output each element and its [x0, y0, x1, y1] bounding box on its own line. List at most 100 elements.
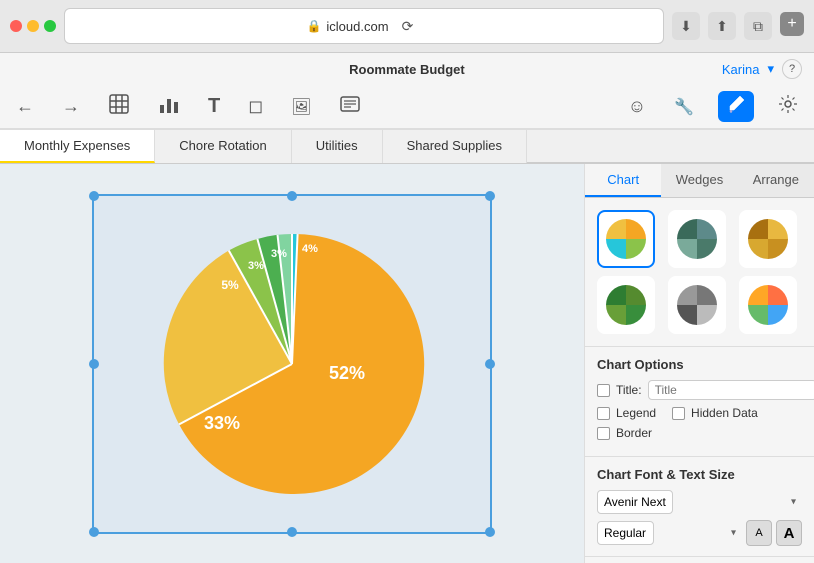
handle-bottom-left[interactable] [89, 527, 99, 537]
settings-button[interactable] [774, 92, 802, 121]
font-section-title: Chart Font & Text Size [597, 467, 802, 482]
font-style-select[interactable]: Regular [597, 521, 654, 545]
handle-bottom-right[interactable] [485, 527, 495, 537]
font-style-wrapper: Regular ▾ [597, 521, 742, 545]
chart-style-colorful[interactable] [597, 210, 655, 268]
legend-checkbox[interactable] [597, 407, 610, 420]
toolbar: ← → T ◻ 🖼 [0, 85, 814, 129]
chart-styles-grid [585, 198, 814, 346]
title-label: Title: [616, 383, 642, 397]
label-5: 5% [221, 278, 239, 292]
textbox-icon [339, 93, 361, 115]
minimize-button[interactable] [27, 20, 39, 32]
chart-style-colorful2[interactable] [739, 276, 797, 334]
maximize-button[interactable] [44, 20, 56, 32]
new-tab-button[interactable]: + [780, 12, 804, 36]
user-section[interactable]: Karina ▾ ? [722, 59, 802, 79]
hidden-data-label: Hidden Data [691, 406, 758, 420]
increase-font-button[interactable]: A [776, 520, 802, 546]
tab-chore-rotation[interactable]: Chore Rotation [155, 130, 291, 163]
title-input[interactable] [648, 380, 814, 400]
pie-chart: 52% 33% 5% 3% 3% 4% [152, 224, 432, 504]
insert-table-button[interactable] [104, 91, 134, 122]
app-title-bar: Roommate Budget Karina ▾ ? [0, 53, 814, 85]
help-button[interactable]: ? [782, 59, 802, 79]
paintbrush-icon [726, 94, 746, 114]
close-button[interactable] [10, 20, 22, 32]
canvas-area[interactable]: 52% 33% 5% 3% 3% 4% [0, 164, 584, 563]
chart-container[interactable]: 52% 33% 5% 3% 3% 4% [92, 194, 492, 534]
background-row: Background [585, 556, 814, 563]
browser-chrome: 🔒 icloud.com ⟳ ⬇ ⬆ ⧉ + [0, 0, 814, 53]
reload-button[interactable]: ⟳ [394, 12, 422, 40]
insert-text-button[interactable]: T [204, 93, 224, 120]
lock-icon: 🔒 [306, 19, 321, 33]
undo-button[interactable]: ← [12, 94, 38, 119]
font-name-wrapper: Avenir Next ▾ [597, 490, 802, 514]
border-label: Border [616, 426, 652, 440]
border-option-row: Border [597, 426, 802, 440]
wrench-button[interactable]: 🔧 [670, 95, 698, 119]
emoji-button[interactable]: ☺ [624, 94, 650, 119]
url-text: icloud.com [326, 19, 388, 34]
font-name-chevron-icon: ▾ [791, 497, 796, 508]
chart-style-green[interactable] [597, 276, 655, 334]
chart-style-grayscale[interactable] [668, 276, 726, 334]
label-4: 4% [302, 243, 318, 255]
table-icon [108, 93, 130, 115]
handle-top-left[interactable] [89, 191, 99, 201]
panel-tab-chart[interactable]: Chart [585, 164, 661, 197]
chart-style-warm[interactable] [739, 210, 797, 268]
user-name: Karina [722, 62, 760, 77]
label-52: 52% [329, 363, 365, 383]
font-name-select[interactable]: Avenir Next [597, 490, 673, 514]
browser-actions: ⬇ ⬆ ⧉ + [672, 12, 804, 40]
app-header: Roommate Budget Karina ▾ ? ← → T [0, 53, 814, 130]
legend-option-row: Legend Hidden Data [597, 406, 802, 420]
hidden-data-checkbox[interactable] [672, 407, 685, 420]
panel-tabs: Chart Wedges Arrange [585, 164, 814, 198]
download-button[interactable]: ⬇ [672, 12, 700, 40]
redo-button[interactable]: → [58, 94, 84, 119]
format-button[interactable] [718, 91, 754, 122]
tabs-bar: Monthly Expenses Chore Rotation Utilitie… [0, 130, 814, 164]
font-section: Chart Font & Text Size Avenir Next ▾ Reg… [585, 456, 814, 556]
address-bar[interactable]: 🔒 icloud.com ⟳ [64, 8, 664, 44]
chart-icon [158, 93, 180, 115]
title-option-row: Title: [597, 380, 802, 400]
font-style-chevron-icon: ▾ [731, 528, 736, 539]
main-content: 52% 33% 5% 3% 3% 4% Chart Wedges Arrange [0, 164, 814, 563]
tab-overview-button[interactable]: ⧉ [744, 12, 772, 40]
handle-middle-left[interactable] [89, 359, 99, 369]
tab-shared-supplies[interactable]: Shared Supplies [383, 130, 527, 163]
insert-shape-button[interactable]: ◻ [244, 94, 267, 119]
insert-chart-button[interactable] [154, 91, 184, 122]
handle-bottom-middle[interactable] [287, 527, 297, 537]
user-chevron-icon: ▾ [767, 61, 774, 77]
title-checkbox[interactable] [597, 384, 610, 397]
insert-textbox-button[interactable] [335, 91, 365, 122]
border-checkbox[interactable] [597, 427, 610, 440]
handle-top-right[interactable] [485, 191, 495, 201]
legend-label: Legend [616, 406, 656, 420]
handle-middle-right[interactable] [485, 359, 495, 369]
tab-monthly-expenses[interactable]: Monthly Expenses [0, 130, 155, 163]
insert-image-button[interactable]: 🖼 [287, 95, 315, 119]
settings-icon [778, 94, 798, 114]
label-3a: 3% [248, 260, 264, 272]
panel-tab-arrange[interactable]: Arrange [738, 164, 814, 197]
decrease-font-button[interactable]: A [746, 520, 772, 546]
label-33: 33% [204, 413, 240, 433]
panel-tab-wedges[interactable]: Wedges [661, 164, 737, 197]
share-button[interactable]: ⬆ [708, 12, 736, 40]
text-size-row: Regular ▾ A A [597, 520, 802, 546]
handle-top-middle[interactable] [287, 191, 297, 201]
tab-utilities[interactable]: Utilities [292, 130, 383, 163]
right-panel: Chart Wedges Arrange [584, 164, 814, 563]
font-name-row: Avenir Next ▾ [597, 490, 802, 514]
chart-options-section: Chart Options Title: Legend Hidden Data … [585, 346, 814, 456]
app-title: Roommate Budget [92, 62, 722, 77]
label-3b: 3% [271, 248, 287, 260]
traffic-lights [10, 20, 56, 32]
chart-style-dark[interactable] [668, 210, 726, 268]
